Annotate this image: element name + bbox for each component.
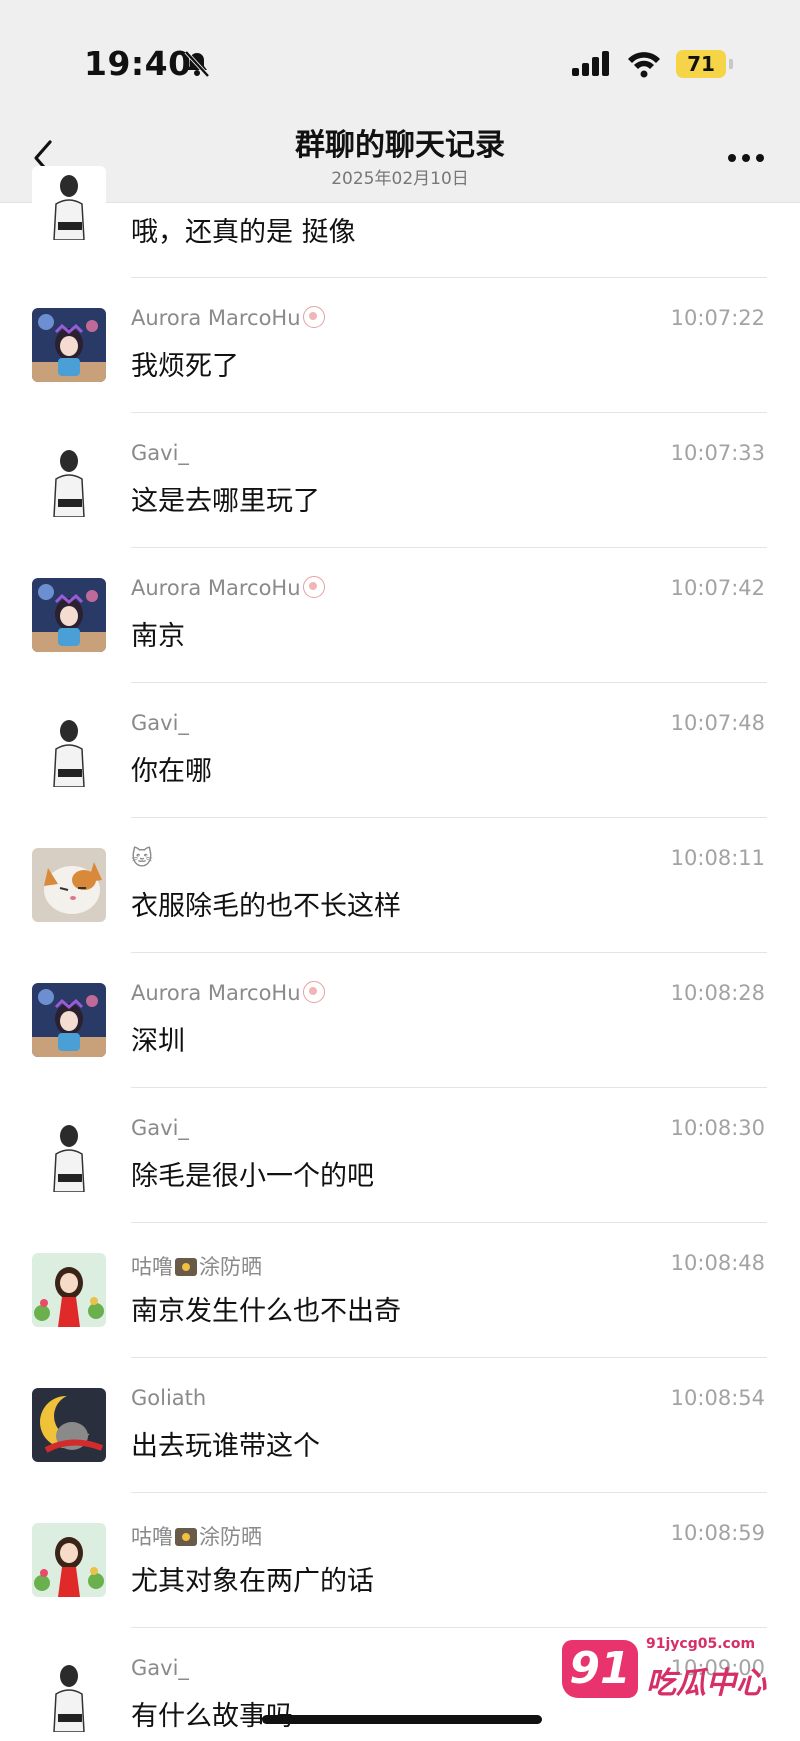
list-item[interactable]: Gavi_ 10:08:30 除毛是很小一个的吧	[0, 1088, 800, 1222]
sender-name: Gavi_	[131, 1116, 189, 1140]
avatar-moon-cat[interactable]	[32, 1388, 106, 1462]
message-time: 10:07:42	[670, 576, 765, 600]
message-text: 出去玩谁带这个	[131, 1431, 320, 1462]
cartoon-girl-avatar-icon	[32, 1523, 106, 1597]
wifi-icon	[628, 52, 660, 78]
list-item[interactable]: Gavi_ 10:07:48 你在哪	[0, 683, 800, 817]
status-bar: 19:40 71	[0, 0, 800, 112]
watermark-91-badge: 91	[562, 1640, 638, 1698]
watermark-url: 91jycg05.com	[646, 1636, 756, 1652]
message-text: 这是去哪里玩了	[131, 486, 320, 517]
page-title: 群聊的聊天记录	[295, 128, 505, 163]
message-text: 我烦死了	[131, 351, 239, 382]
battery-indicator: 71	[676, 50, 726, 78]
anime-girl-avatar-icon	[32, 578, 106, 652]
list-item[interactable]: 咕噜 涂防晒 10:08:59 尤其对象在两广的话	[0, 1493, 800, 1627]
sender-name: Aurora MarcoHu	[131, 981, 325, 1005]
message-text: 南京	[131, 621, 185, 652]
anime-girl-avatar-icon	[32, 308, 106, 382]
message-text: 有什么故事吗	[131, 1701, 293, 1732]
avatar-man-sketch[interactable]	[32, 1118, 106, 1192]
camera-emoji-icon	[175, 1258, 197, 1276]
list-item[interactable]: Aurora MarcoHu 10:08:28 深圳	[0, 953, 800, 1087]
list-item[interactable]: Goliath 10:08:54 出去玩谁带这个	[0, 1358, 800, 1492]
avatar-cartoon-girl[interactable]	[32, 1253, 106, 1327]
avatar-cartoon-girl[interactable]	[32, 1523, 106, 1597]
message-text: 你在哪	[131, 756, 212, 787]
message-time: 10:08:54	[670, 1386, 765, 1410]
list-item[interactable]: Aurora MarcoHu 10:07:42 南京	[0, 548, 800, 682]
message-time: 10:08:59	[670, 1521, 765, 1545]
message-time: 10:08:30	[670, 1116, 765, 1140]
man-sketch-avatar-icon	[32, 1118, 106, 1192]
sender-name: 咕噜 涂防晒	[131, 1251, 262, 1281]
list-item[interactable]: 🐱 10:08:11 衣服除毛的也不长这样	[0, 818, 800, 952]
sender-name-text: Aurora MarcoHu	[131, 306, 301, 330]
avatar-man-sketch[interactable]	[32, 443, 106, 517]
message-text: 除毛是很小一个的吧	[131, 1161, 374, 1192]
message-text: 尤其对象在两广的话	[131, 1566, 374, 1597]
sender-name: 咕噜 涂防晒	[131, 1521, 262, 1551]
sender-name-text: Aurora MarcoHu	[131, 981, 301, 1005]
title-block: 群聊的聊天记录 2025年02月10日	[0, 126, 800, 190]
man-sketch-avatar-icon	[32, 1658, 106, 1732]
message-time: 10:07:48	[670, 711, 765, 735]
sender-badge-icon	[302, 576, 325, 598]
message-time: 10:08:11	[670, 846, 765, 870]
list-item[interactable]: 哦，还真的是 挺像	[0, 166, 800, 276]
avatar-anime-girl[interactable]	[32, 308, 106, 382]
message-time: 10:07:33	[670, 441, 765, 465]
message-text: 衣服除毛的也不长这样	[131, 891, 401, 922]
sender-name: Gavi_	[131, 441, 189, 465]
man-sketch-avatar-icon	[32, 166, 106, 240]
sender-name: Aurora MarcoHu	[131, 306, 325, 330]
battery-level: 71	[687, 52, 715, 76]
list-item[interactable]: Gavi_ 10:07:33 这是去哪里玩了	[0, 413, 800, 547]
sender-name: Goliath	[131, 1386, 207, 1410]
avatar-man-sketch[interactable]	[32, 713, 106, 787]
avatar-cat-photo[interactable]	[32, 848, 106, 922]
message-time: 10:07:22	[670, 306, 765, 330]
sender-name: Aurora MarcoHu	[131, 576, 325, 600]
sender-name: Gavi_	[131, 711, 189, 735]
sender-name-part: 咕噜	[131, 1525, 173, 1549]
cellular-signal-icon	[572, 51, 609, 76]
sender-badge-icon	[302, 306, 325, 328]
message-text: 深圳	[131, 1026, 185, 1057]
status-time: 19:40	[84, 44, 192, 83]
camera-emoji-icon	[175, 1528, 197, 1546]
sender-badge-icon	[302, 981, 325, 1003]
list-item[interactable]: Aurora MarcoHu 10:07:22 我烦死了	[0, 278, 800, 412]
bell-muted-icon	[184, 50, 210, 78]
watermark-name: 吃瓜中心	[646, 1666, 766, 1701]
sender-name-part: 涂防晒	[199, 1525, 262, 1549]
message-time: 10:08:28	[670, 981, 765, 1005]
more-options-icon[interactable]	[726, 152, 766, 164]
message-time: 10:08:48	[670, 1251, 765, 1275]
message-text: 南京发生什么也不出奇	[131, 1296, 401, 1327]
home-indicator[interactable]	[262, 1715, 542, 1724]
sender-name: 🐱	[131, 846, 153, 870]
cat-photo-avatar-icon	[32, 848, 106, 922]
avatar-man-sketch[interactable]	[32, 166, 106, 240]
avatar-anime-girl[interactable]	[32, 983, 106, 1057]
watermark-logo: 91 91jycg05.com 吃瓜中心	[562, 1628, 782, 1708]
sender-name-part: 咕噜	[131, 1255, 173, 1279]
man-sketch-avatar-icon	[32, 443, 106, 517]
list-item[interactable]: 咕噜 涂防晒 10:08:48 南京发生什么也不出奇	[0, 1223, 800, 1357]
battery-cap	[729, 59, 733, 69]
anime-girl-avatar-icon	[32, 983, 106, 1057]
moon-cat-avatar-icon	[32, 1388, 106, 1462]
cartoon-girl-avatar-icon	[32, 1253, 106, 1327]
sender-name-part: 涂防晒	[199, 1255, 262, 1279]
man-sketch-avatar-icon	[32, 713, 106, 787]
message-text: 哦，还真的是 挺像	[131, 217, 356, 248]
sender-name-text: Aurora MarcoHu	[131, 576, 301, 600]
avatar-man-sketch[interactable]	[32, 1658, 106, 1732]
sender-name: Gavi_	[131, 1656, 189, 1680]
avatar-anime-girl[interactable]	[32, 578, 106, 652]
